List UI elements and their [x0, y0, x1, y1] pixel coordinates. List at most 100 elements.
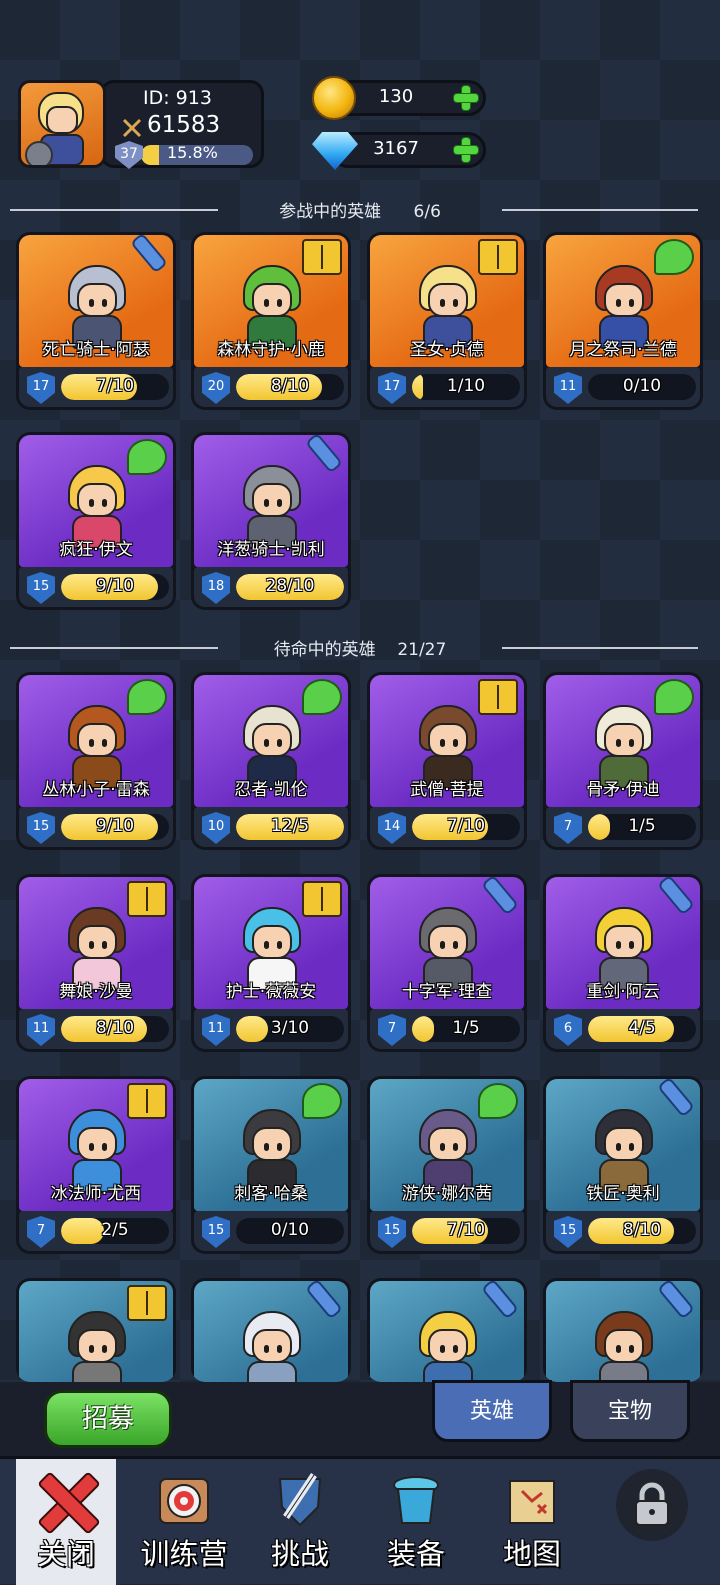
wing-class-icon: [654, 239, 694, 275]
reserve-heroes-header: 待命中的英雄 21/27: [0, 632, 720, 662]
gem-amount: 3167: [373, 138, 419, 159]
hero-level-badge: 15: [27, 812, 55, 844]
bottom-nav: 关闭 训练营 挑战 装备 地图: [0, 1456, 720, 1585]
lock-icon: [616, 1469, 688, 1541]
target-icon: [154, 1471, 214, 1531]
gold-amount: 130: [378, 86, 414, 107]
tab-treasures[interactable]: 宝物: [570, 1380, 690, 1442]
hero-name: 月之祭司·兰德: [569, 340, 677, 360]
hero-name: 铁匠·奥利: [586, 1184, 660, 1204]
hero-name: 重剑·阿云: [586, 982, 660, 1002]
hero-figure: [64, 1109, 130, 1193]
hero-card[interactable]: 舞娘·沙曼 11 8/10: [16, 874, 176, 1052]
hero-card[interactable]: [543, 1278, 703, 1382]
active-heroes-count: 6/6: [413, 202, 441, 222]
hero-figure: [239, 465, 305, 549]
wing-class-icon: [127, 439, 167, 475]
hero-level-badge: 7: [378, 1014, 406, 1046]
hero-card[interactable]: 刺客·哈桑 15 0/10: [191, 1076, 351, 1254]
shard-count: 0/10: [622, 376, 662, 396]
shard-count: 4/5: [628, 1018, 656, 1038]
hero-figure: [415, 907, 481, 991]
hero-card[interactable]: 忍者·凯伦 10 12/5: [191, 672, 351, 850]
hero-card[interactable]: 圣女·贞德 17 1/10: [367, 232, 527, 410]
hero-card[interactable]: 丛林小子·雷森 15 9/10: [16, 672, 176, 850]
book-class-icon: [127, 1083, 167, 1119]
hero-figure: [591, 1311, 657, 1382]
nav-locked[interactable]: [594, 1459, 710, 1585]
hero-card[interactable]: 洋葱骑士·凯利 18 28/10: [191, 432, 351, 610]
hero-stats: 7 1/5: [370, 1009, 524, 1049]
hero-card[interactable]: 护士·薇薇安 11 3/10: [191, 874, 351, 1052]
hero-name: 冰法师·尤西: [50, 1184, 142, 1204]
shard-count: 0/10: [270, 1220, 310, 1240]
hero-card[interactable]: [191, 1278, 351, 1382]
hero-card[interactable]: 疯狂·伊文 15 9/10: [16, 432, 176, 610]
gold-coin-icon: [312, 76, 356, 120]
hero-card[interactable]: 死亡骑士·阿瑟 17 7/10: [16, 232, 176, 410]
hero-name: 忍者·凯伦: [234, 780, 308, 800]
hero-figure: [239, 1109, 305, 1193]
add-gems-plus-icon[interactable]: [452, 136, 480, 164]
hero-stats: 15 8/10: [546, 1211, 700, 1251]
nav-close[interactable]: 关闭: [16, 1459, 116, 1585]
hero-name: 舞娘·沙曼: [59, 982, 133, 1002]
shard-count: 12/5: [270, 816, 310, 836]
hero-card[interactable]: 铁匠·奥利 15 8/10: [543, 1076, 703, 1254]
avatar[interactable]: [18, 80, 106, 168]
hero-stats: 18 28/10: [194, 567, 348, 607]
hero-figure: [591, 705, 657, 789]
hero-stats: 11 3/10: [194, 1009, 348, 1049]
shard-count: 28/10: [265, 576, 315, 596]
hero-card[interactable]: 武僧·菩提 14 7/10: [367, 672, 527, 850]
nav-map-label: 地图: [502, 1537, 561, 1571]
nav-equipment[interactable]: 装备: [358, 1459, 474, 1585]
wing-class-icon: [302, 679, 342, 715]
hero-figure: [64, 1311, 130, 1382]
sword-class-icon: [130, 235, 168, 274]
nav-equipment-label: 装备: [386, 1537, 445, 1571]
sword-class-icon: [305, 1281, 343, 1320]
hero-name: 武僧·菩提: [410, 780, 484, 800]
nav-training[interactable]: 训练营: [126, 1459, 242, 1585]
hero-card[interactable]: 骨矛·伊迪 7 1/5: [543, 672, 703, 850]
hero-card[interactable]: 月之祭司·兰德 11 0/10: [543, 232, 703, 410]
shard-count: 9/10: [95, 576, 135, 596]
hero-card[interactable]: 十字军·理查 7 1/5: [367, 874, 527, 1052]
nav-training-label: 训练营: [140, 1537, 228, 1571]
hero-card[interactable]: [16, 1278, 176, 1382]
nav-challenge[interactable]: 挑战: [242, 1459, 358, 1585]
hero-level-badge: 18: [202, 572, 230, 604]
shard-count: 2/5: [101, 1220, 129, 1240]
nav-challenge-label: 挑战: [270, 1537, 329, 1571]
hero-level-badge: 15: [378, 1216, 406, 1248]
hero-figure: [64, 465, 130, 549]
recruit-button[interactable]: 招募: [44, 1390, 172, 1448]
hero-card[interactable]: 森林守护·小鹿 20 8/10: [191, 232, 351, 410]
hero-name: 圣女·贞德: [410, 340, 484, 360]
gear-icon[interactable]: [25, 141, 53, 165]
shield-sword-icon: [270, 1471, 330, 1531]
wing-class-icon: [654, 679, 694, 715]
player-panel[interactable]: ID: 913 61583 37 15.8%: [14, 78, 266, 170]
book-class-icon: [478, 679, 518, 715]
hero-card[interactable]: 游侠·娜尔茜 15 7/10: [367, 1076, 527, 1254]
hero-stats: 7 1/5: [546, 807, 700, 847]
hero-figure: [415, 705, 481, 789]
hero-card[interactable]: [367, 1278, 527, 1382]
add-gold-plus-icon[interactable]: [452, 84, 480, 112]
hero-name: 十字军·理查: [401, 982, 493, 1002]
hero-name: 游侠·娜尔茜: [401, 1184, 493, 1204]
hero-stats: 17 7/10: [19, 367, 173, 407]
book-class-icon: [478, 239, 518, 275]
gem-counter: 3167: [312, 130, 488, 170]
exp-percent: 15.8%: [167, 143, 218, 162]
tab-heroes[interactable]: 英雄: [432, 1380, 552, 1442]
gold-counter: 130: [312, 76, 488, 120]
nav-map[interactable]: 地图: [474, 1459, 590, 1585]
reserve-heroes-title: 待命中的英雄: [273, 640, 376, 660]
hero-card[interactable]: 冰法师·尤西 7 2/5: [16, 1076, 176, 1254]
wing-class-icon: [127, 679, 167, 715]
book-class-icon: [127, 1285, 167, 1321]
hero-card[interactable]: 重剑·阿云 6 4/5: [543, 874, 703, 1052]
